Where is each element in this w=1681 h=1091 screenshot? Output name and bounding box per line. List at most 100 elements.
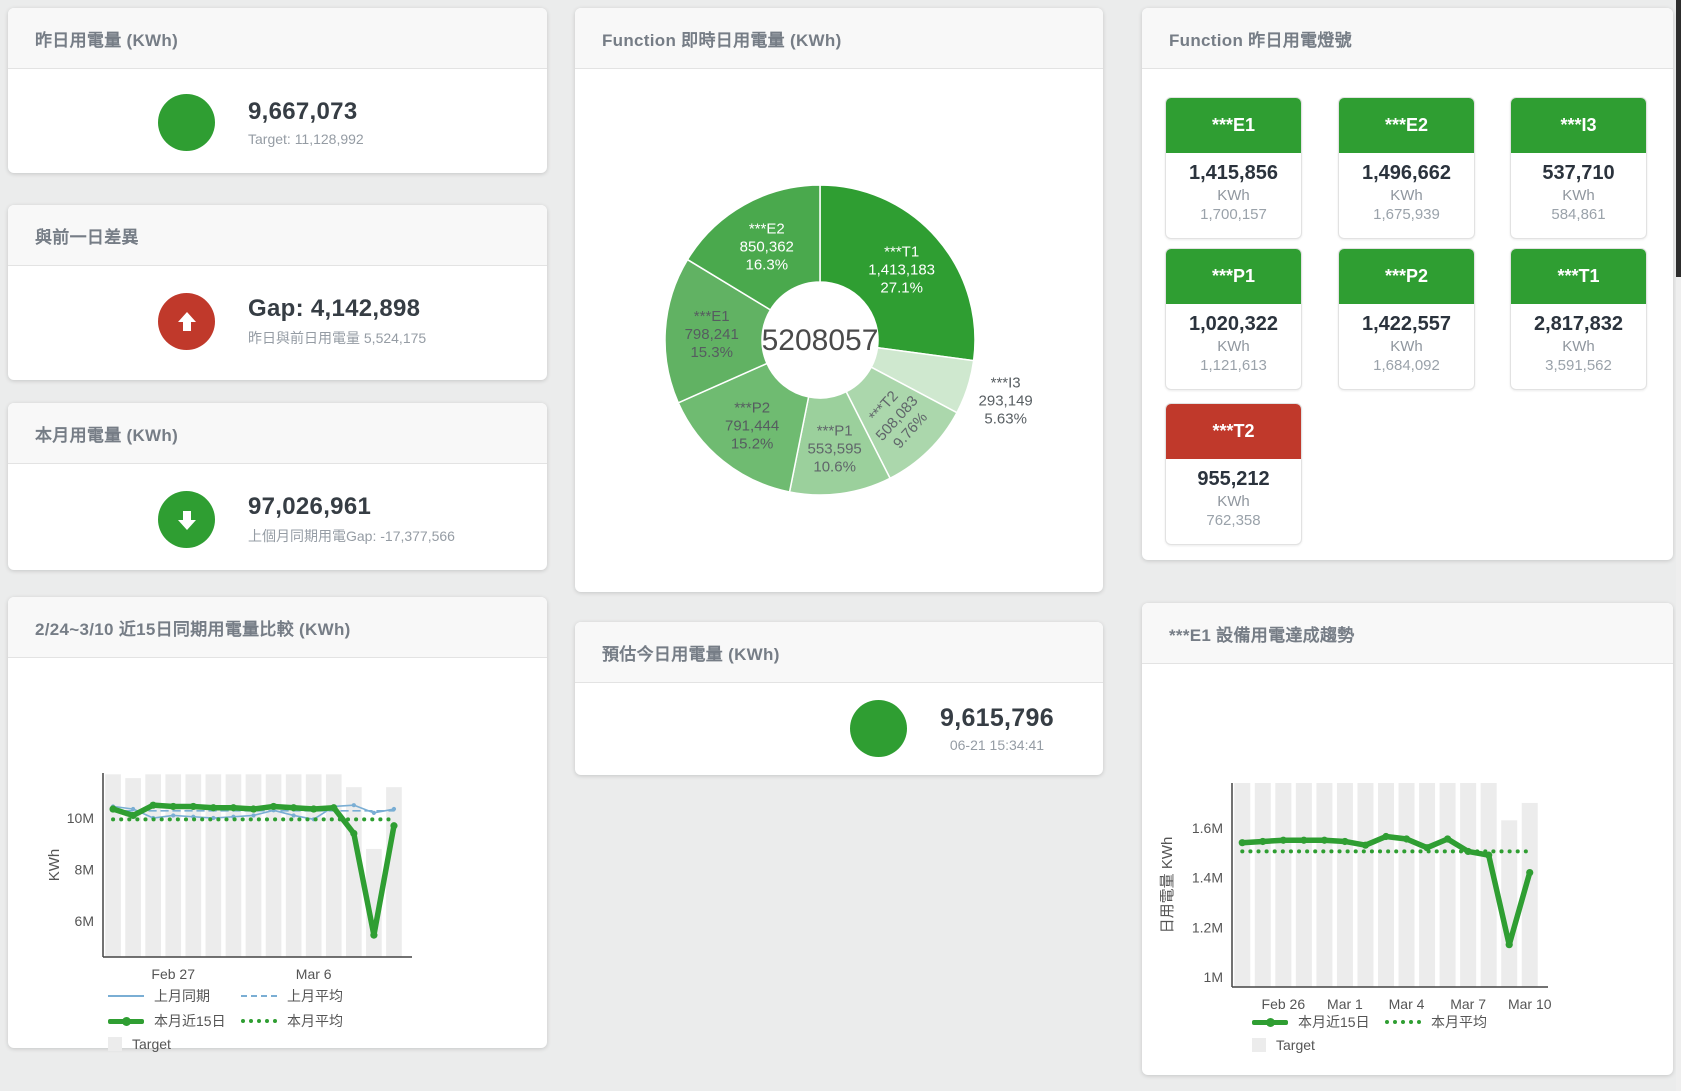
stat-subtext: 上個月同期用電Gap: -17,377,566 [248, 526, 455, 546]
y-tick-label: 1.6M [1192, 820, 1223, 836]
target-bar [1357, 783, 1373, 987]
target-bar [1275, 783, 1291, 987]
realtime-donut-chart[interactable]: ***T11,413,18327.1%***I3293,1495.63%***T… [575, 69, 1103, 592]
target-bar [125, 778, 141, 957]
card-title: 本月用電量 (KWh) [35, 421, 178, 446]
card-header: 預估今日用電量 (KWh) [575, 622, 1103, 683]
lamp-tile[interactable]: ***T2955,212KWh762,358 [1165, 403, 1302, 545]
series-marker [251, 813, 255, 817]
lamp-tile-target: 762,358 [1166, 512, 1301, 529]
lamp-tile-name: ***T2 [1166, 404, 1301, 459]
series-marker [230, 804, 237, 811]
target-bar [286, 774, 302, 957]
energy-dashboard: 昨日用電量 (KWh) 9,667,073 Target: 11,128,992… [0, 0, 1681, 1091]
series-marker [330, 804, 337, 811]
series-marker [290, 804, 297, 811]
lamp-tile-name: ***E2 [1339, 98, 1474, 153]
legend-label: 本月近15日 [1298, 1012, 1370, 1032]
card-header: 2/24~3/10 近15日同期用電量比較 (KWh) [8, 597, 547, 658]
series-marker [1300, 837, 1307, 844]
target-bar [185, 774, 201, 957]
legend-swatch-dots-icon [1385, 1020, 1421, 1024]
card-title: 與前一日差異 [35, 223, 139, 248]
lamp-tile[interactable]: ***P21,422,557KWh1,684,092 [1338, 248, 1475, 390]
series-marker [170, 803, 177, 810]
target-bar [1399, 783, 1415, 987]
x-tick-label: Feb 27 [151, 966, 195, 982]
scrollbar-thumb[interactable] [1676, 0, 1681, 277]
legend-item[interactable]: Target [108, 1036, 241, 1052]
lamp-tile[interactable]: ***P11,020,322KWh1,121,613 [1165, 248, 1302, 390]
legend-swatch-thick-icon [108, 1019, 144, 1024]
status-circle-icon [850, 700, 907, 757]
target-bar [1255, 783, 1271, 987]
legend-item[interactable]: 本月近15日 [108, 1011, 241, 1031]
legend-swatch-square-icon [108, 1037, 122, 1051]
lamp-tile[interactable]: ***E11,415,856KWh1,700,157 [1165, 97, 1302, 239]
series-marker [390, 822, 397, 829]
y-tick-label: 10M [67, 810, 94, 826]
lamp-tile[interactable]: ***I3537,710KWh584,861 [1510, 97, 1647, 239]
card-today-estimate: 預估今日用電量 (KWh) 9,615,796 06-21 15:34:41 [575, 622, 1103, 775]
series-marker [1280, 837, 1287, 844]
series-marker [190, 803, 197, 810]
stat-value: 97,026,961 [248, 493, 455, 521]
series-marker [1362, 842, 1369, 849]
legend-item[interactable]: 上月同期 [108, 986, 241, 1006]
y-tick-label: 1.2M [1192, 919, 1223, 935]
donut-slice-label: ***I3293,1495.63% [979, 375, 1033, 428]
series-marker [1526, 869, 1533, 876]
y-axis-label: KWh [46, 849, 63, 882]
lamp-tile-target: 1,675,939 [1339, 206, 1474, 223]
card-header: ***E1 設備用電達成趨勢 [1142, 603, 1673, 664]
lamp-tile-name: ***I3 [1511, 98, 1646, 153]
target-bar [165, 774, 181, 957]
legend-label: 本月平均 [1431, 1012, 1487, 1032]
legend-label: Target [132, 1036, 171, 1052]
lamp-tile-unit: KWh [1166, 187, 1301, 204]
comparison-chart[interactable]: 6M8M10MFeb 27Mar 6KWh [8, 658, 547, 993]
card-yesterday-usage: 昨日用電量 (KWh) 9,667,073 Target: 11,128,992 [8, 8, 547, 173]
card-e1-trend: ***E1 設備用電達成趨勢 1M1.2M1.4M1.6MFeb 26Mar 1… [1142, 603, 1673, 1075]
lamp-tile-name: ***T1 [1511, 249, 1646, 304]
legend-item[interactable]: 上月平均 [241, 986, 374, 1006]
card-yesterday-lamps: Function 昨日用電燈號 ***E11,415,856KWh1,700,1… [1142, 8, 1673, 560]
card-title: 預估今日用電量 (KWh) [602, 640, 780, 665]
e1-trend-chart[interactable]: 1M1.2M1.4M1.6MFeb 26Mar 1Mar 4Mar 7Mar 1… [1142, 665, 1673, 1015]
stat-subtext: 昨日與前日用電量 5,524,175 [248, 328, 426, 348]
lamp-tile[interactable]: ***E21,496,662KWh1,675,939 [1338, 97, 1475, 239]
series-marker [250, 805, 257, 812]
lamp-tile-value: 537,710 [1511, 162, 1646, 185]
stat-value: 9,667,073 [248, 98, 364, 126]
card-month-usage: 本月用電量 (KWh) 97,026,961 上個月同期用電Gap: -17,3… [8, 403, 547, 570]
target-bar [206, 774, 222, 957]
legend-item[interactable]: 本月近15日 [1252, 1012, 1385, 1032]
status-circle-icon [158, 94, 215, 151]
legend-swatch-square-icon [1252, 1038, 1266, 1052]
target-bar [306, 774, 322, 957]
legend-item[interactable]: 本月平均 [1385, 1012, 1518, 1032]
card-title: Function 昨日用電燈號 [1169, 26, 1352, 51]
stat-value: 9,615,796 [940, 704, 1054, 733]
lamp-tile-value: 1,496,662 [1339, 162, 1474, 185]
x-tick-label: Mar 6 [296, 966, 332, 982]
legend-item[interactable]: 本月平均 [241, 1011, 374, 1031]
series-marker [1444, 835, 1451, 842]
lamp-tile[interactable]: ***T12,817,832KWh3,591,562 [1510, 248, 1647, 390]
lamp-tile-value: 1,422,557 [1339, 313, 1474, 336]
x-tick-label: Mar 7 [1450, 996, 1486, 1012]
target-bar [105, 774, 121, 957]
target-bar [1378, 783, 1394, 987]
target-bar [1234, 783, 1250, 987]
x-tick-label: Mar 1 [1327, 996, 1363, 1012]
legend-item[interactable]: Target [1252, 1037, 1385, 1053]
target-bar [1460, 783, 1476, 987]
lamp-tile-unit: KWh [1166, 338, 1301, 355]
legend-swatch-dots-icon [241, 1019, 277, 1023]
legend-swatch-line-icon [108, 995, 144, 997]
stat-row: Gap: 4,142,898 昨日與前日用電量 5,524,175 [158, 293, 426, 350]
series-marker [1259, 838, 1266, 845]
y-tick-label: 8M [75, 862, 94, 878]
series-marker [109, 805, 116, 812]
target-bar [386, 787, 402, 957]
